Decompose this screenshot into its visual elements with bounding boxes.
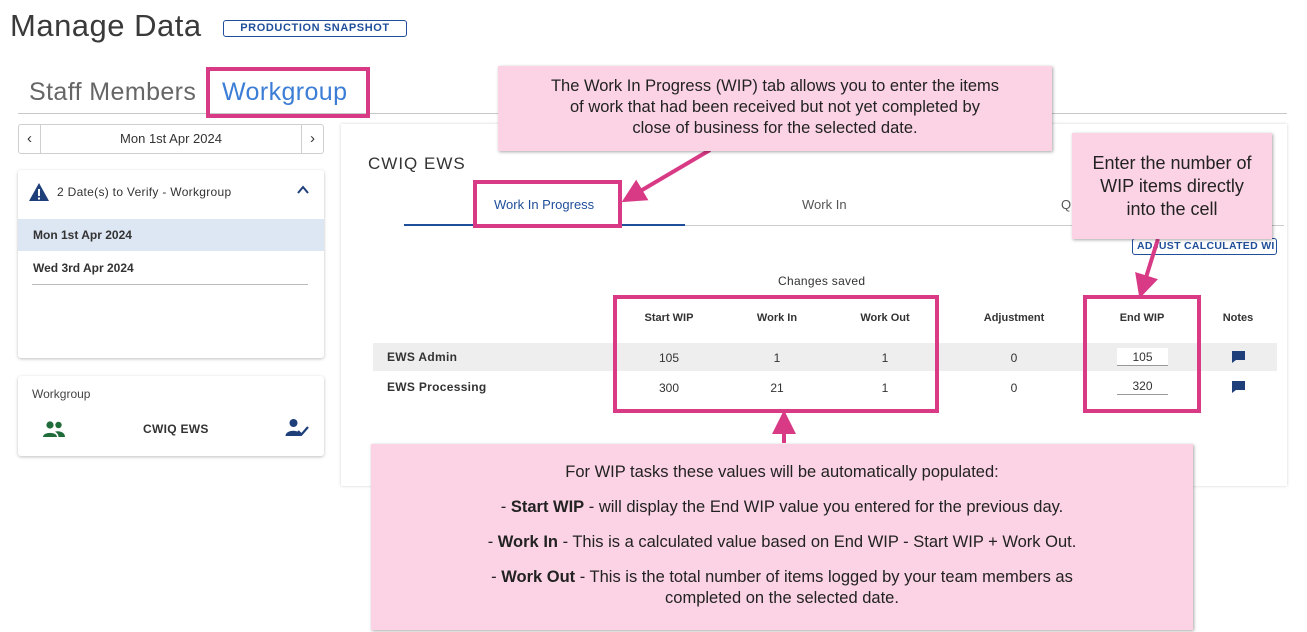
callout-prefix: -: [487, 533, 498, 551]
tab-staff-members[interactable]: Staff Members: [29, 78, 196, 107]
callout-text: - This is a calculated value based on En…: [557, 533, 1077, 551]
tab-partially-hidden[interactable]: Q: [1061, 197, 1071, 212]
callout-line: of work that had been received but not y…: [569, 98, 980, 116]
adjustment-value: 0: [1010, 351, 1018, 365]
callout-line: The Work In Progress (WIP) tab allows yo…: [550, 77, 1000, 95]
callout-item: - Start WIP - will display the End WIP v…: [371, 497, 1193, 518]
people-icon: [43, 421, 65, 437]
production-snapshot-badge: PRODUCTION SNAPSHOT: [223, 20, 407, 37]
work-in-progress-tab-highlight: [473, 180, 622, 228]
wip-tab-callout: The Work In Progress (WIP) tab allows yo…: [498, 66, 1052, 151]
user-check-icon[interactable]: [285, 418, 309, 438]
callout-prefix: -: [500, 498, 511, 516]
callout-line: close of business for the selected date.: [632, 119, 918, 137]
callout-prefix: -: [491, 568, 502, 586]
callout-line: into the cell: [1126, 199, 1218, 219]
callout-item: - Work Out - This is the total number of…: [371, 567, 1193, 588]
callout-term: Work In: [497, 533, 558, 551]
page-title: Manage Data: [10, 8, 202, 43]
selected-date[interactable]: Mon 1st Apr 2024: [41, 125, 301, 153]
date-navigator: ‹ Mon 1st Apr 2024 ›: [18, 124, 324, 154]
end-wip-column-highlight: [1083, 295, 1201, 413]
callout-line: Enter the number of: [1092, 153, 1252, 173]
column-header-adjustment: Adjustment: [983, 312, 1045, 324]
callout-line: WIP items directly: [1100, 176, 1244, 196]
notes-icon[interactable]: [1231, 380, 1246, 394]
verify-list-divider: [32, 284, 308, 285]
callout-text: - will display the End WIP value you ent…: [584, 498, 1064, 516]
verify-header[interactable]: 2 Date(s) to Verify - Workgroup: [28, 182, 314, 204]
tab-work-in[interactable]: Work In: [802, 197, 847, 212]
next-date-button[interactable]: ›: [301, 125, 323, 153]
callout-intro: For WIP tasks these values will be autom…: [565, 463, 999, 481]
notes-icon[interactable]: [1231, 350, 1246, 364]
callout-text: - This is the total number of items logg…: [575, 568, 1073, 586]
warning-icon: [29, 183, 49, 201]
callout-term: Start WIP: [510, 498, 585, 516]
verify-count-label: 2 Date(s) to Verify - Workgroup: [57, 185, 232, 199]
column-header-notes: Notes: [1222, 312, 1254, 324]
card-title: CWIQ EWS: [368, 154, 466, 173]
save-status: Changes saved: [778, 274, 866, 288]
previous-date-button[interactable]: ‹: [19, 125, 41, 153]
auto-populated-callout: For WIP tasks these values will be autom…: [371, 444, 1193, 630]
verify-date-item[interactable]: Mon 1st Apr 2024: [18, 219, 324, 251]
row-name: EWS Processing: [387, 380, 487, 394]
callout-term: Work Out: [501, 568, 576, 586]
workgroup-label: Workgroup: [32, 387, 91, 401]
auto-populated-columns-highlight: [613, 295, 939, 413]
workgroup-panel: Workgroup CWIQ EWS: [18, 376, 324, 456]
end-wip-callout: Enter the number of WIP items directly i…: [1072, 133, 1272, 239]
row-name: EWS Admin: [387, 350, 458, 364]
callout-continuation: completed on the selected date.: [665, 589, 899, 607]
chevron-up-icon[interactable]: [296, 184, 310, 196]
callout-item: - Work In - This is a calculated value b…: [371, 532, 1193, 553]
workgroup-name: CWIQ EWS: [143, 422, 209, 436]
adjust-calculated-wip-button[interactable]: ADJUST CALCULATED WI: [1132, 238, 1277, 255]
adjustment-value: 0: [1010, 381, 1018, 395]
verify-date-item[interactable]: Wed 3rd Apr 2024: [18, 252, 324, 284]
workgroup-tab-highlight: [206, 67, 370, 118]
